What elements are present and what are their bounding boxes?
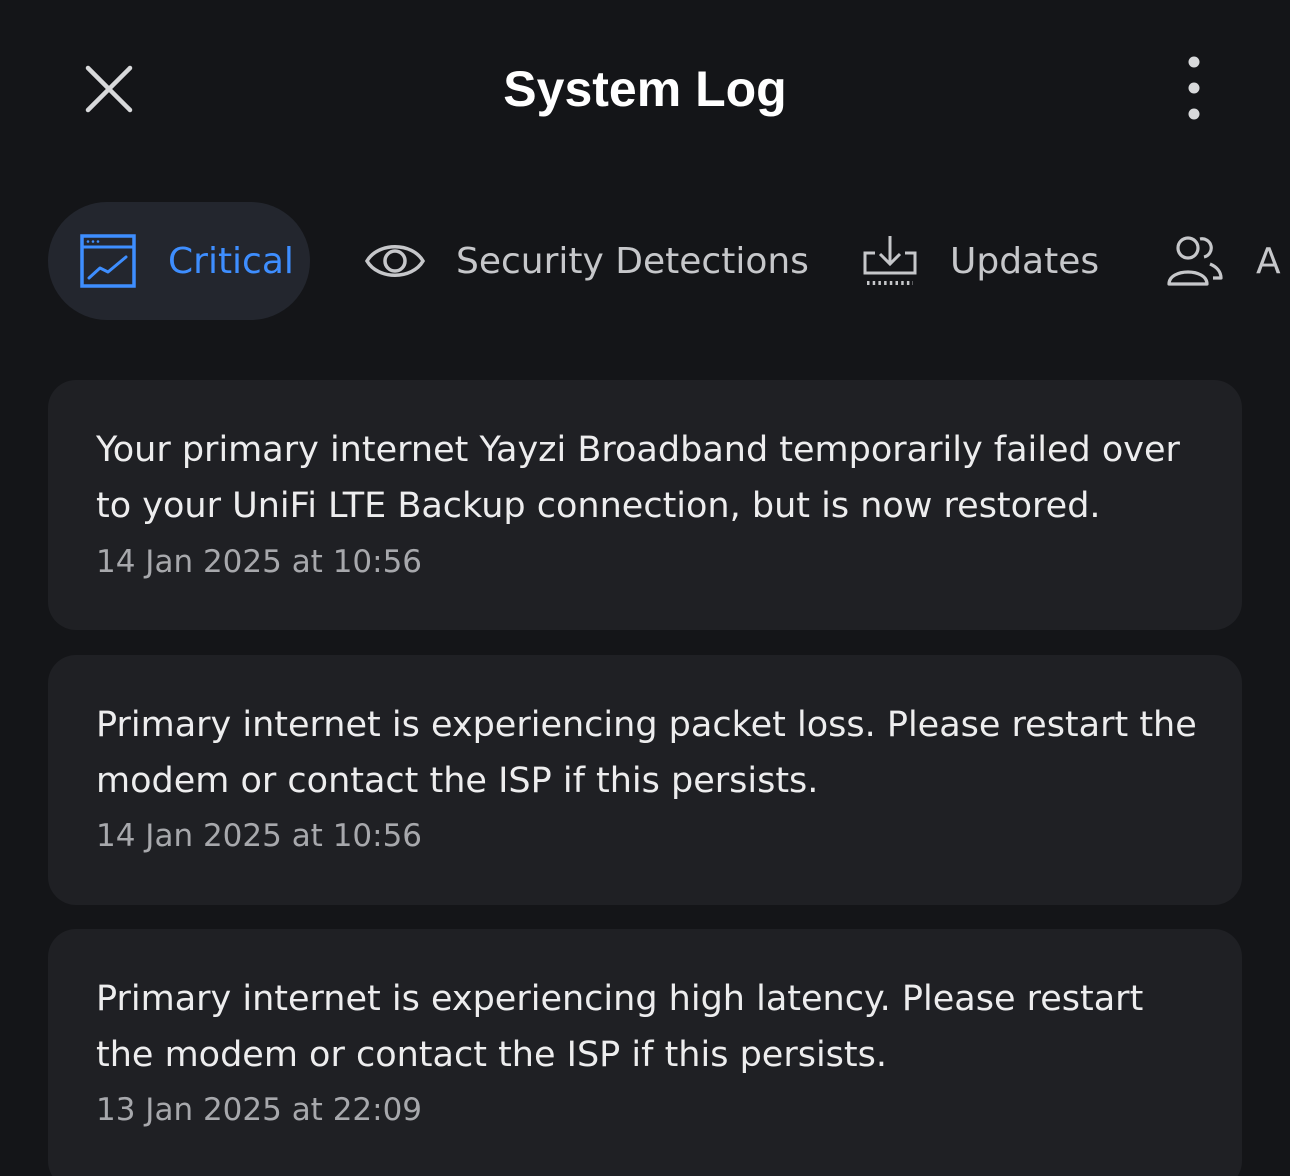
log-timestamp: 14 Jan 2025 at 10:56 — [96, 818, 423, 854]
chart-window-icon — [80, 234, 136, 288]
log-entry[interactable]: Your primary internet Yayzi Broadband te… — [48, 380, 1242, 630]
tab-admins[interactable]: A — [1166, 202, 1281, 320]
page-title: System Log — [503, 61, 787, 117]
log-message: Primary internet is experiencing packet … — [96, 705, 1197, 801]
header-bar: System Log — [0, 0, 1290, 180]
log-category-tabs: Critical Security Detections Updates A — [48, 202, 1290, 320]
log-entry[interactable]: Primary internet is experiencing high la… — [48, 929, 1242, 1176]
log-message: Primary internet is experiencing high la… — [96, 979, 1144, 1075]
download-tray-icon — [863, 236, 917, 285]
more-vertical-icon — [1188, 56, 1200, 120]
log-entry[interactable]: Primary internet is experiencing packet … — [48, 655, 1242, 905]
tab-security-detections[interactable]: Security Detections — [364, 202, 809, 320]
log-timestamp: 13 Jan 2025 at 22:09 — [96, 1092, 423, 1128]
users-icon — [1167, 236, 1223, 286]
eye-icon — [364, 245, 426, 277]
tab-label: A — [1256, 240, 1281, 282]
log-message: Your primary internet Yayzi Broadband te… — [96, 430, 1180, 526]
tab-label: Updates — [950, 240, 1100, 282]
log-timestamp: 14 Jan 2025 at 10:56 — [96, 544, 423, 580]
more-options-button[interactable] — [1170, 54, 1218, 122]
tab-critical[interactable]: Critical — [48, 202, 310, 320]
tab-label: Security Detections — [456, 240, 809, 282]
tab-updates[interactable]: Updates — [862, 202, 1099, 320]
tab-label: Critical — [168, 240, 294, 282]
